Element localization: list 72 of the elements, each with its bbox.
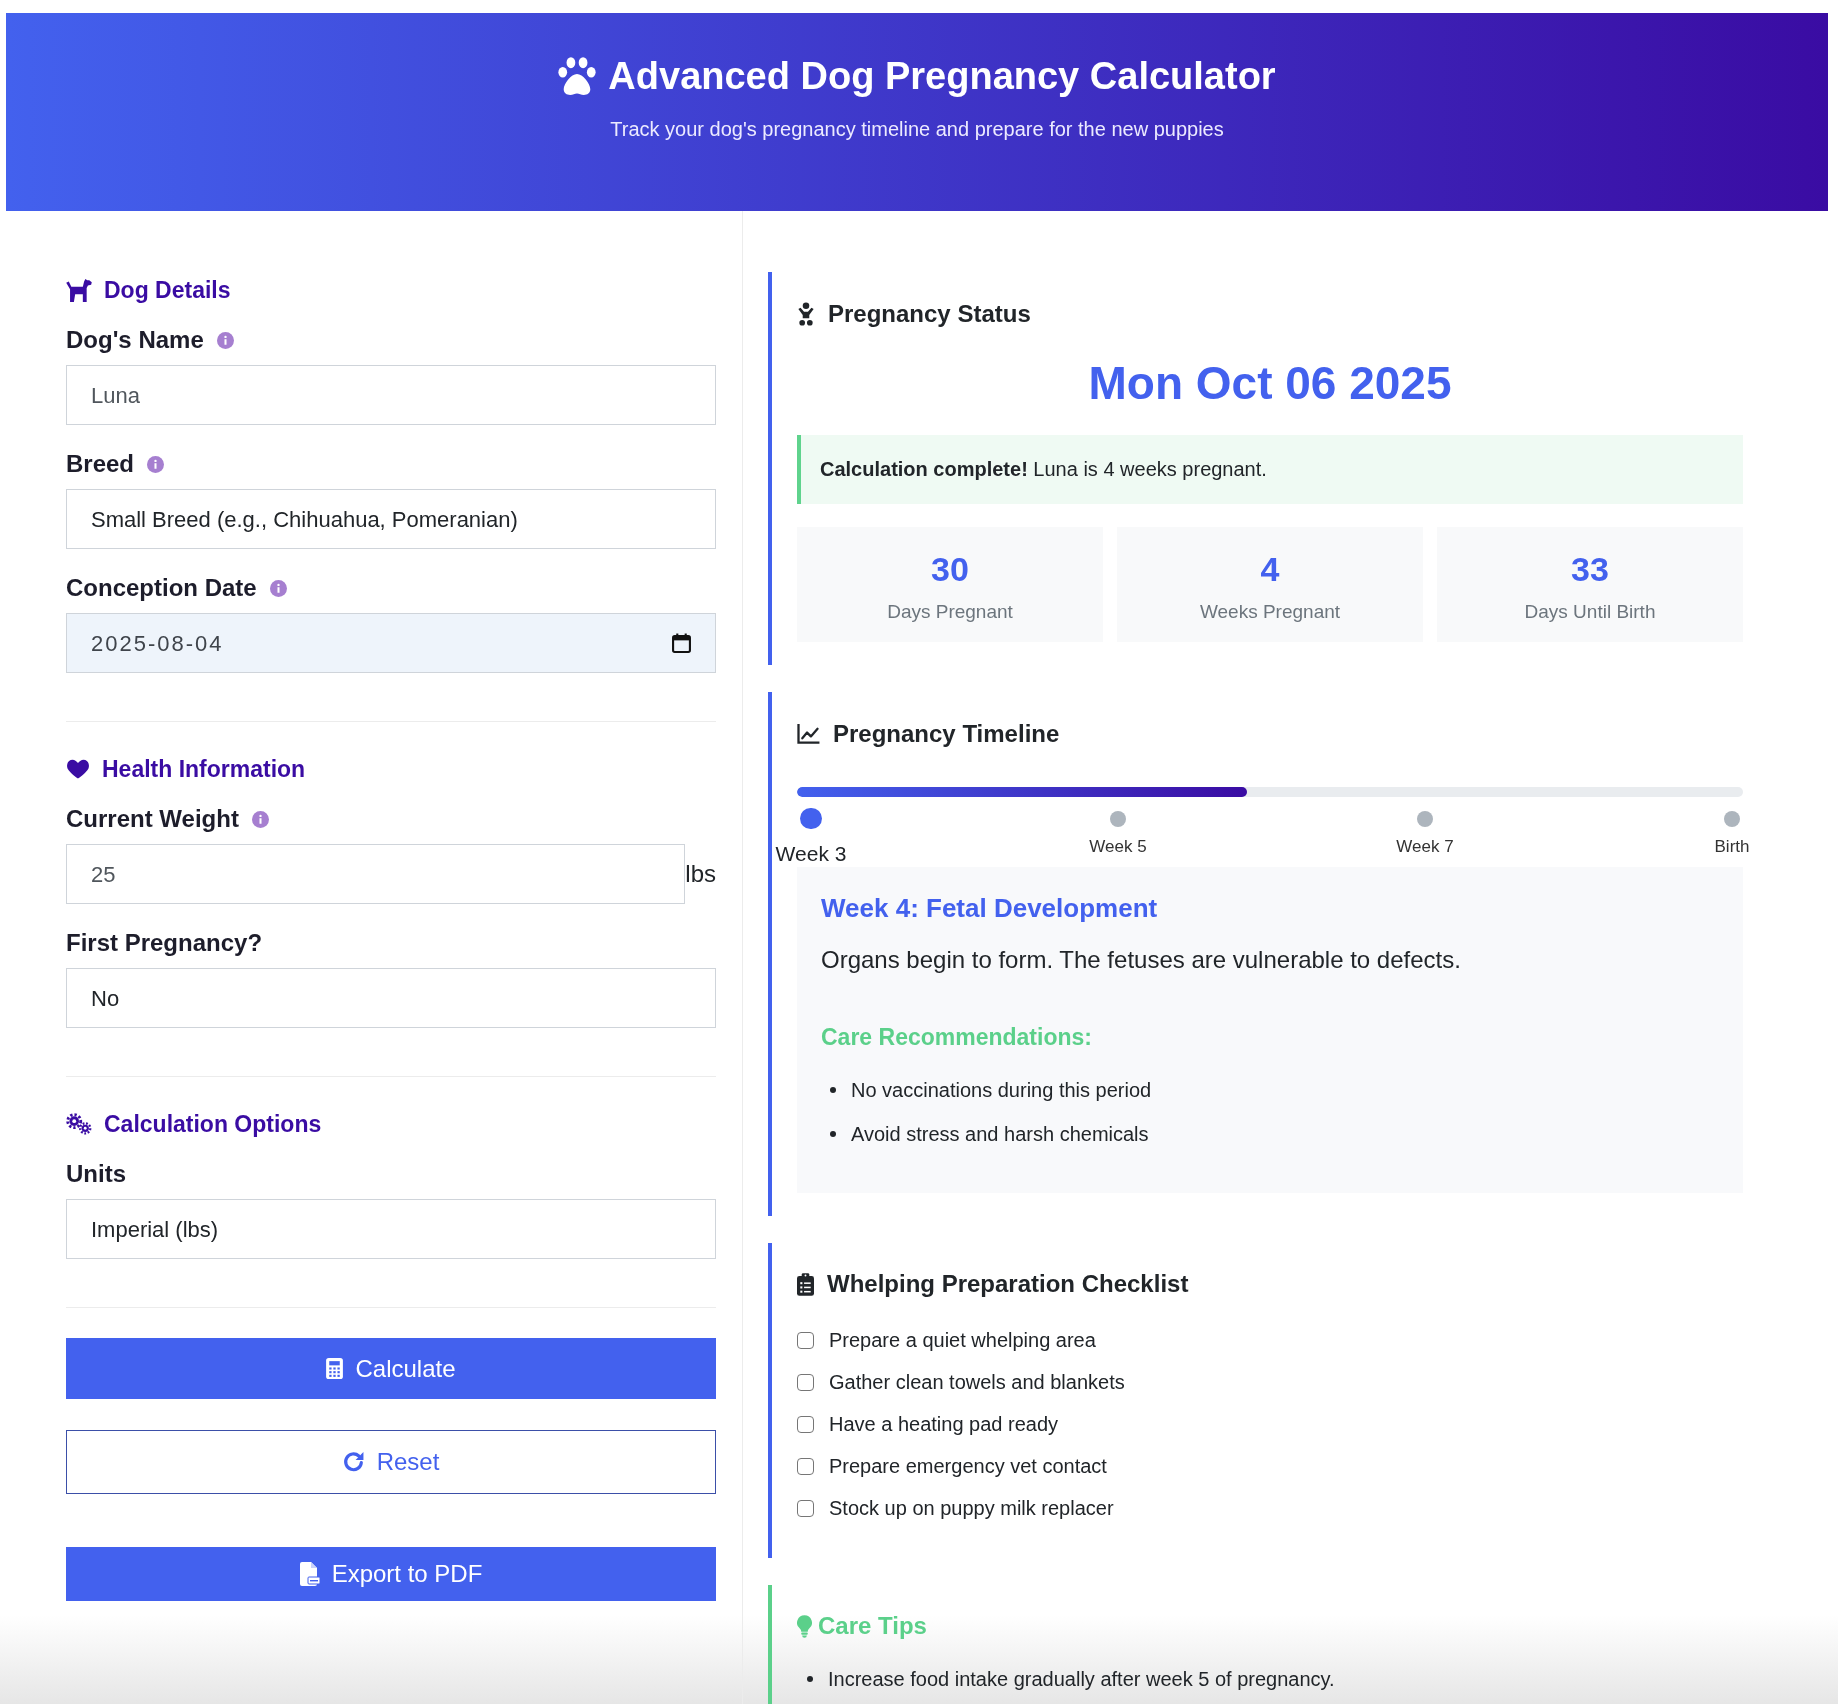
select-field[interactable]: No (66, 968, 716, 1028)
care-item: Avoid stress and harsh chemicals (851, 1122, 1149, 1147)
success-alert: Calculation complete! Luna is 4 weeks pregnant. (797, 435, 1743, 504)
select-field[interactable]: Imperial (lbs) (66, 1199, 716, 1259)
section-title: Care Tips (818, 1611, 927, 1641)
calculator-icon (326, 1358, 344, 1379)
section-title: Whelping Preparation Checklist (827, 1269, 1189, 1299)
field-label: First Pregnancy? (66, 928, 263, 958)
due-date: Mon Oct 06 2025 (1087, 356, 1453, 410)
gears-icon (66, 1113, 92, 1135)
reset-button[interactable]: Reset (66, 1430, 716, 1494)
lightbulb-icon (797, 1614, 812, 1638)
info-icon[interactable] (216, 331, 234, 349)
week-title: Week 4: Fetal Development (821, 892, 1159, 924)
stat-label: Days Pregnant (887, 600, 1013, 624)
dog-icon (66, 278, 92, 302)
field-label: Conception Date (66, 573, 257, 603)
text-field[interactable]: 25 (66, 844, 686, 904)
field-label: Current Weight (66, 804, 239, 834)
checkbox[interactable] (797, 1331, 814, 1349)
select-field[interactable]: Small Breed (e.g., Chihuahua, Pomeranian) (66, 489, 716, 549)
checkbox[interactable] (797, 1457, 814, 1475)
week-description: Organs begin to form. The fetuses are vulnerable to defects. (821, 945, 1462, 975)
refresh-icon (342, 1451, 365, 1473)
stat-value: 4 (1260, 550, 1280, 588)
milestone-label: Week 3 (775, 841, 847, 867)
bullet-icon (830, 1087, 836, 1093)
file-icon (299, 1562, 320, 1586)
export-button[interactable]: Export to PDF (66, 1547, 716, 1601)
unit-label: lbs (685, 859, 716, 889)
bullet-icon (807, 1676, 813, 1682)
info-icon[interactable] (251, 810, 269, 828)
checklist-label[interactable]: Stock up on puppy milk replacer (829, 1493, 1114, 1523)
milestone-label: Week 5 (1089, 837, 1147, 857)
checkbox[interactable] (797, 1415, 814, 1433)
field-label: Dog's Name (66, 325, 204, 355)
stat-label: Days Until Birth (1524, 600, 1656, 624)
baby-icon (797, 302, 815, 326)
checkbox[interactable] (797, 1373, 814, 1391)
section-title: Dog Details (104, 276, 231, 305)
date-field[interactable]: 2025-08-04 (66, 613, 716, 673)
checklist-label[interactable]: Prepare a quiet whelping area (829, 1325, 1096, 1355)
milestone-label: Birth (1714, 837, 1750, 857)
info-icon[interactable] (269, 579, 287, 597)
stat-label: Weeks Pregnant (1199, 600, 1341, 624)
care-heading: Care Recommendations: (821, 1023, 1093, 1052)
section-title: Health Information (102, 755, 306, 784)
checkbox[interactable] (797, 1499, 814, 1517)
page-subtitle: Track your dog's pregnancy timeline and prepare for the new puppies (610, 117, 1224, 142)
clipboard-icon (797, 1272, 814, 1296)
tip-item: Increase food intake gradually after week 5 of pregnancy. (828, 1667, 1335, 1692)
field-label: Breed (66, 449, 135, 479)
checklist-label[interactable]: Have a heating pad ready (829, 1409, 1059, 1439)
field-label: Units (66, 1159, 126, 1189)
care-item: No vaccinations during this period (851, 1078, 1152, 1103)
page-title: Advanced Dog Pregnancy Calculator (608, 54, 1276, 99)
calendar-icon[interactable] (672, 633, 691, 653)
paw-icon (558, 57, 597, 95)
text-field[interactable]: Luna (66, 365, 716, 425)
section-title: Pregnancy Timeline (833, 719, 1060, 749)
section-title: Pregnancy Status (828, 299, 1031, 329)
section-title: Calculation Options (104, 1110, 322, 1139)
heart-icon (66, 759, 90, 779)
line-chart-icon (797, 724, 820, 744)
bullet-icon (830, 1131, 836, 1137)
info-icon[interactable] (147, 455, 165, 473)
stat-value: 30 (931, 550, 969, 588)
stat-value: 33 (1571, 550, 1609, 588)
milestone-label: Week 7 (1396, 837, 1454, 857)
checklist-label[interactable]: Gather clean towels and blankets (829, 1367, 1125, 1397)
checklist-label[interactable]: Prepare emergency vet contact (829, 1451, 1107, 1481)
calculate-button[interactable]: Calculate (66, 1338, 716, 1399)
